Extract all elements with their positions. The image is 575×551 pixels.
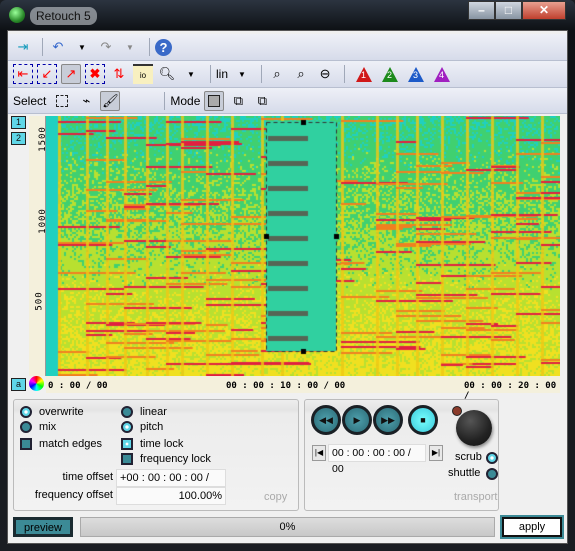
progress-bar: 0% <box>80 517 495 537</box>
lasso-select-icon[interactable]: ⌁ <box>76 91 96 111</box>
rewind-button[interactable]: ◀◀ <box>311 405 341 435</box>
minimize-button[interactable]: – <box>468 1 495 20</box>
app-logo-icon <box>9 7 25 23</box>
select-in-icon[interactable]: ⇤ <box>13 64 33 84</box>
match-edges-checkbox[interactable]: match edges <box>20 438 102 450</box>
select-label: Select <box>13 93 47 108</box>
mode-replace-icon[interactable] <box>204 90 225 111</box>
mix-radio[interactable]: mix <box>20 421 56 433</box>
channel-2-button[interactable]: 2 <box>11 132 26 145</box>
marker-2-button[interactable]: 2 <box>382 66 399 82</box>
pitch-radio[interactable]: pitch <box>121 421 163 433</box>
maximize-button[interactable]: □ <box>495 1 522 20</box>
scrub-radio[interactable] <box>486 452 498 464</box>
redo-dropdown-icon[interactable]: ▼ <box>120 37 140 57</box>
undo-icon[interactable]: ↶ <box>48 37 68 57</box>
toolbar-tools: ⇤ ↙ ↗ ✖ ⇅ io 🔍︎ ▼ lin ▼ ⌕ ⌕ ⊖ 1 2 3 4 <box>8 61 567 88</box>
zoom-out-icon[interactable]: ⊖ <box>315 64 335 84</box>
toolbar-select: Select ⌁ 🖌︎ Mode ⧉ ⧉ <box>8 88 567 114</box>
frequency-axis: 500 1000 1500 <box>29 116 48 376</box>
frequency-offset-input[interactable]: 100.00% <box>116 487 226 505</box>
window-title: Retouch 5 <box>30 7 97 25</box>
app-window: Retouch 5 – □ ✕ ⇥ ↶ ▼ ↷ ▼ ? ⇤ ↙ ↗ ✖ ⇅ io… <box>0 0 575 551</box>
zoom-selection-icon[interactable]: 🔍︎ <box>157 64 177 84</box>
frequency-lock-checkbox[interactable]: frequency lock <box>121 453 211 465</box>
transport-timecode: 00 : 00 : 00 : 00 / 00 <box>328 444 426 475</box>
mode-add-icon[interactable]: ⧉ <box>228 91 248 111</box>
frequency-offset-label: frequency offset <box>34 489 113 501</box>
y-tick-500: 500 <box>34 291 45 311</box>
preview-button[interactable]: preview <box>13 517 73 537</box>
move-out-icon[interactable]: ↗ <box>61 64 81 84</box>
stop-button[interactable]: ■ <box>408 405 438 435</box>
x-tick-0: 0 : 00 / 00 <box>48 381 108 391</box>
help-icon[interactable]: ? <box>155 38 172 56</box>
time-lock-checkbox[interactable]: time lock <box>121 438 183 450</box>
scale-select[interactable]: lin <box>216 67 228 81</box>
brush-select-icon[interactable]: 🖌︎ <box>100 90 121 111</box>
rect-select-icon[interactable] <box>52 91 72 111</box>
marker-3-button[interactable]: 3 <box>408 66 425 82</box>
undo-dropdown-icon[interactable]: ▼ <box>72 37 92 57</box>
overwrite-radio[interactable]: overwrite <box>20 406 84 418</box>
redo-icon[interactable]: ↷ <box>96 37 116 57</box>
transport-panel-label: transport <box>454 491 498 503</box>
time-offset-input[interactable]: +00 : 00 : 00 : 00 / 00 <box>116 469 226 500</box>
shuttle-radio[interactable] <box>486 468 498 480</box>
go-end-button[interactable]: ▶| <box>429 445 443 461</box>
close-button[interactable]: ✕ <box>522 1 566 20</box>
time-offset-label: time offset <box>62 471 113 483</box>
channel-1-button[interactable]: 1 <box>11 116 26 129</box>
channel-a-button[interactable]: a <box>11 378 26 391</box>
toolbar-main: ⇥ ↶ ▼ ↷ ▼ ? <box>8 34 567 61</box>
flip-icon[interactable]: ⇅ <box>109 64 129 84</box>
mode-label: Mode <box>170 93 201 108</box>
copy-panel-label: copy <box>264 491 288 503</box>
shuttle-label: shuttle <box>448 467 481 479</box>
client-area: ⇥ ↶ ▼ ↷ ▼ ? ⇤ ↙ ↗ ✖ ⇅ io 🔍︎ ▼ lin ▼ ⌕ ⌕ … <box>7 30 568 544</box>
x-tick-20: 00 : 00 : 20 : 00 / <box>464 381 557 401</box>
apply-button[interactable]: apply <box>500 515 564 539</box>
move-in-icon[interactable]: ↙ <box>37 64 57 84</box>
go-start-button[interactable]: |◀ <box>312 445 326 461</box>
play-button[interactable]: ▶ <box>342 405 372 435</box>
transport-panel: ◀◀ ▶ ▶▶ ■ |◀ 00 : 00 : 00 : 00 / 00 ▶| s… <box>304 399 499 511</box>
scale-dropdown-icon[interactable]: ▼ <box>232 64 252 84</box>
time-axis: 0 : 00 / 00 00 : 00 : 10 : 00 / 00 00 : … <box>46 376 560 401</box>
x-tick-10: 00 : 00 : 10 : 00 / 00 <box>226 381 346 391</box>
zoom-dropdown-icon[interactable]: ▼ <box>181 64 201 84</box>
linear-radio[interactable]: linear <box>121 406 167 418</box>
scrub-label: scrub <box>455 451 482 463</box>
marker-4-button[interactable]: 4 <box>434 66 451 82</box>
io-icon[interactable]: io <box>133 64 153 84</box>
fast-forward-button[interactable]: ▶▶ <box>373 405 403 435</box>
copy-panel: overwrite mix match edges linear pitch t… <box>13 399 299 511</box>
spectrogram-canvas[interactable] <box>46 116 560 376</box>
zoom-reset-icon[interactable]: ⌕ <box>291 64 311 84</box>
mode-subtract-icon[interactable]: ⧉ <box>252 91 272 111</box>
zoom-region-icon[interactable]: ⌕ <box>267 64 287 84</box>
marker-1-button[interactable]: 1 <box>356 66 373 82</box>
color-wheel-icon[interactable] <box>29 376 44 391</box>
shuttle-knob[interactable] <box>456 410 492 446</box>
delete-selection-icon[interactable]: ✖ <box>85 64 105 84</box>
pin-icon[interactable]: ⇥ <box>13 37 33 57</box>
